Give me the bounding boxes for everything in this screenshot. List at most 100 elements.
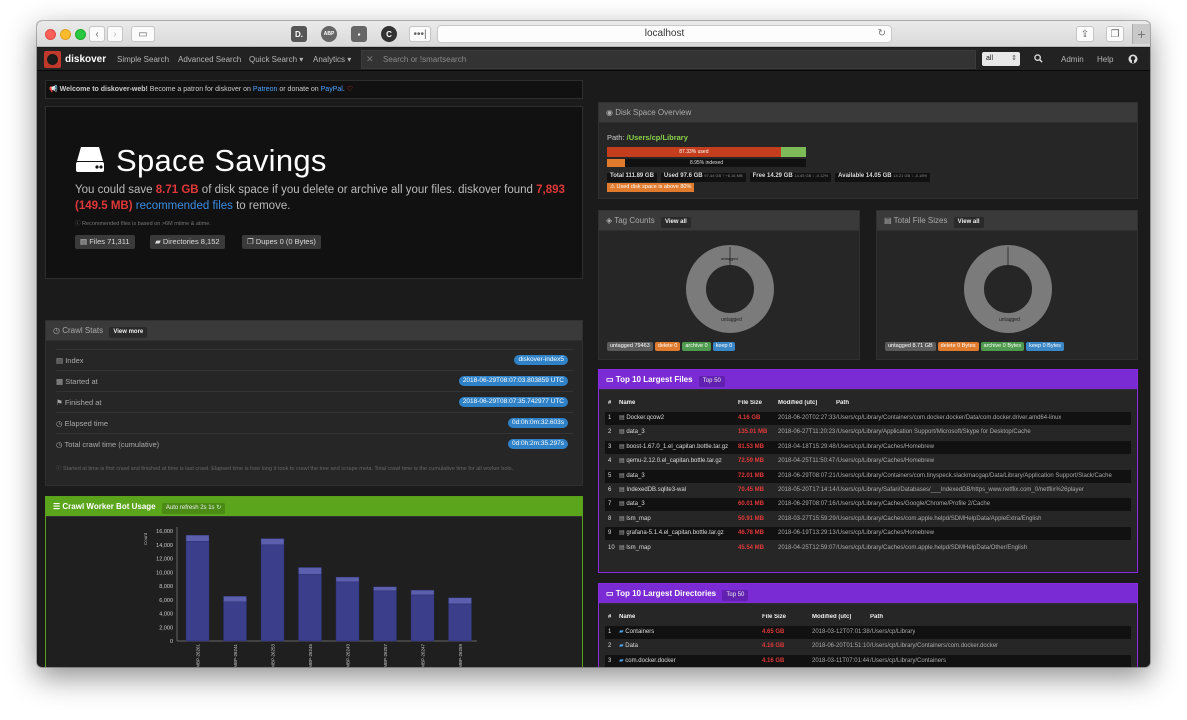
row-name[interactable]: lsm_map [626,545,650,551]
table-row[interactable]: 7 ▤ data_3 60.01 MB 2018-06-29T08:07:16/Use… [605,498,1131,512]
column-header[interactable]: # [608,614,611,620]
bar-segment-top[interactable] [373,586,397,592]
tabs-overview-icon[interactable]: ❐ [1106,26,1124,42]
close-window-button[interactable] [45,29,56,40]
row-name[interactable]: data_3 [626,429,644,435]
top-dirs-top50-button[interactable]: Top 50 [722,590,749,601]
auto-refresh-toggle[interactable]: Auto refresh 2s 1s ↻ [161,503,226,514]
table-row[interactable]: 4 ▤ qemu-2.12.0.el_capitan.bottle.tar.gz 7… [605,455,1131,468]
size-untagged-badge[interactable]: untagged 8.71 GB [885,342,936,351]
bar[interactable] [448,603,472,642]
bar[interactable] [185,541,210,642]
github-icon[interactable] [1128,54,1138,66]
bar-segment-top[interactable] [410,589,435,596]
column-header[interactable]: File Size [762,614,786,620]
row-name-cell[interactable]: ▰ com.docker.docker [619,655,676,667]
row-name[interactable]: data_3 [626,501,644,507]
files-count-badge[interactable]: ▤ Files 71,311 [75,235,135,249]
bar[interactable] [373,590,397,642]
sidebar-icon[interactable]: ▭ [131,26,155,42]
nav-advanced-search[interactable]: Advanced Search [178,55,241,64]
nav-help[interactable]: Help [1097,55,1113,64]
row-name[interactable]: grafana-5.1.4.el_capitan.bottle.tar.gz [626,530,723,536]
bar-segment-top[interactable] [448,597,472,605]
row-name[interactable]: IndexedDB.sqlite3-wal [626,487,686,493]
view-more-button[interactable]: View more [109,327,148,338]
row-name-cell[interactable]: ▤ grafana-5.1.4.el_capitan.bottle.tar.gz [619,527,724,540]
row-name[interactable]: Containers [625,629,654,635]
column-header[interactable]: Path [836,400,849,406]
row-name-cell[interactable]: ▤ lsm_map [619,513,651,526]
search-icon[interactable] [1034,54,1043,65]
back-icon[interactable]: ‹ [89,26,105,42]
file-sizes-view-all-button[interactable]: View all [953,217,984,228]
column-header[interactable]: File Size [738,400,762,406]
bar-segment-top[interactable] [185,534,210,542]
new-tab-icon[interactable]: + [1132,24,1150,44]
minimize-window-button[interactable] [60,29,71,40]
row-name-cell[interactable]: ▤ boost-1.67.0_1.el_capitan.bottle.tar.g… [619,441,728,454]
size-delete-badge[interactable]: delete 0 Bytes [937,342,979,351]
row-name-cell[interactable]: ▤ data_3 [619,426,645,439]
tag-delete-badge[interactable]: delete 0 [654,342,681,351]
row-name-cell[interactable]: ▰ Containers [619,626,654,639]
tag-keep-badge[interactable]: keep 0 [712,342,736,351]
recommended-files-link[interactable]: recommended files [136,200,233,212]
table-row[interactable]: 2 ▤ data_3 135.01 MB 2018-06-27T11:20:23/Us… [605,426,1131,439]
row-name[interactable]: lsm_map [626,516,650,522]
row-name[interactable]: Data [625,643,638,649]
bar-segment-top[interactable] [260,538,285,545]
table-row[interactable]: 5 ▤ data_3 72.01 MB 2018-06-29T08:07:21/Use… [605,469,1131,483]
bar-segment-top[interactable] [223,596,247,603]
table-row[interactable]: 1 ▤ Docker.qcow2 4.16 GB 2018-06-20T02:27:3… [605,412,1131,425]
reload-icon[interactable]: ↻ [878,26,886,42]
table-row[interactable]: 3 ▤ boost-1.67.0_1.el_capitan.bottle.tar.… [605,440,1131,454]
bar[interactable] [298,574,322,642]
row-name-cell[interactable]: ▰ Data [619,640,638,653]
row-name-cell[interactable]: ▤ lsm_map [619,542,651,555]
table-row[interactable]: 1 ▰ Containers 4.65 GB 2018-03-12T07:01:38/… [605,626,1131,639]
column-header[interactable]: Path [870,614,883,620]
row-name-cell[interactable]: ▤ IndexedDB.sqlite3-wal [619,484,686,497]
table-row[interactable]: 6 ▤ IndexedDB.sqlite3-wal 70.45 MB 2018-05-… [605,484,1131,497]
extension-c-icon[interactable]: C [381,26,397,42]
share-icon[interactable]: ⇪ [1076,26,1094,42]
maximize-window-button[interactable] [75,29,86,40]
forward-icon[interactable]: › [107,26,123,42]
paypal-link[interactable]: PayPal [321,86,343,93]
index-select[interactable]: all [982,52,1020,66]
extension-d-icon[interactable]: D. [291,26,307,42]
table-row[interactable]: 9 ▤ grafana-5.1.4.el_capitan.bottle.tar.g… [605,527,1131,541]
table-row[interactable]: 10 ▤ lsm_map 45.54 MB 2018-04-25T12:59:07/U… [605,542,1131,555]
column-header[interactable]: # [608,400,611,406]
row-name[interactable]: Docker.qcow2 [626,415,664,421]
nav-simple-search[interactable]: Simple Search [117,55,169,64]
bar-segment-top[interactable] [298,567,322,575]
address-bar[interactable]: localhost ↻ [437,25,892,43]
clear-search-icon[interactable]: ✕ [366,54,374,65]
table-row[interactable]: 3 ▰ com.docker.docker 4.16 GB 2018-03-11T07… [605,654,1131,667]
row-name[interactable]: data_3 [626,473,644,479]
size-archive-badge[interactable]: archive 0 Bytes [980,342,1025,351]
bar-segment-top[interactable] [335,576,360,583]
column-header[interactable]: Name [619,614,635,620]
row-name-cell[interactable]: ▤ Docker.qcow2 [619,412,664,425]
patreon-link[interactable]: Patreon [253,86,278,93]
disk-path-link[interactable]: /Users/cp/Library [627,133,688,142]
row-name[interactable]: com.docker.docker [625,658,675,664]
tag-archive-badge[interactable]: archive 0 [682,342,711,351]
bar[interactable] [335,581,360,642]
nav-quick-search[interactable]: Quick Search ▾ [249,55,303,64]
directories-count-badge[interactable]: ▰ Directories 8,152 [150,235,225,249]
table-row[interactable]: 2 ▰ Data 4.16 GB 2018-06-20T01:51:10/Users/… [605,640,1131,653]
bar[interactable] [260,544,285,642]
top-files-top50-button[interactable]: Top 50 [698,376,725,387]
row-name[interactable]: boost-1.67.0_1.el_capitan.bottle.tar.gz [626,444,728,450]
row-name-cell[interactable]: ▤ data_3 [619,470,645,483]
nav-analytics[interactable]: Analytics ▾ [313,55,351,64]
more-extensions-icon[interactable]: •••| [409,26,431,42]
tag-counts-view-all-button[interactable]: View all [660,217,691,228]
size-keep-badge[interactable]: keep 0 Bytes [1026,342,1064,351]
column-header[interactable]: Modified (utc) [778,400,817,406]
dupes-count-badge[interactable]: ❐ Dupes 0 (0 Bytes) [242,235,321,249]
